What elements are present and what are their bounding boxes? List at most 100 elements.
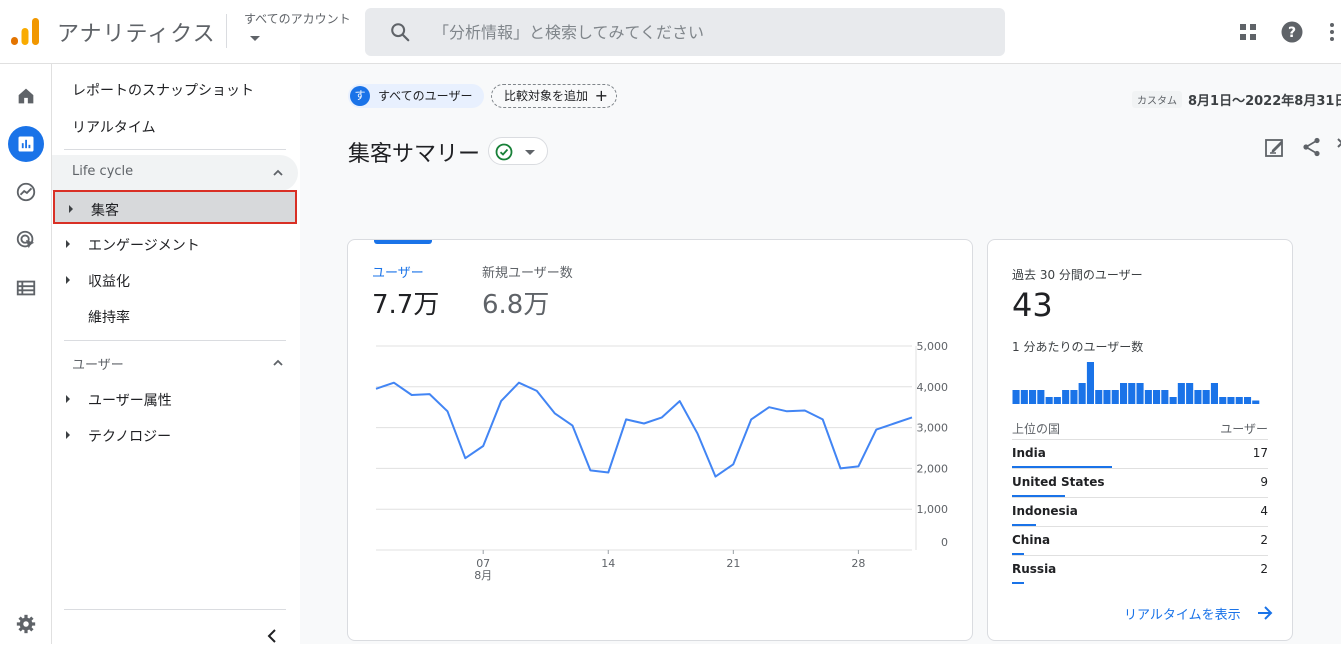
add-comparison-label: 比較対象を追加 xyxy=(504,89,589,103)
metric-tab-new-users[interactable]: 新規ユーザー数 6.8万 xyxy=(482,262,573,321)
share-icon[interactable] xyxy=(1301,136,1323,158)
country-table-header: 上位の国 ユーザー xyxy=(1012,420,1268,437)
edit-report-icon[interactable] xyxy=(1264,136,1286,158)
apps-grid-icon[interactable] xyxy=(1236,20,1260,44)
data-quality-status-button[interactable] xyxy=(488,137,548,165)
section-title: ユーザー xyxy=(72,358,124,373)
users-overview-card: ユーザー 7.7万 新規ユーザー数 6.8万 5,000 4,000 3,000 2,… xyxy=(347,239,973,641)
svg-text:?: ? xyxy=(1288,25,1296,41)
nav-item-retention[interactable]: 維持率 xyxy=(52,299,298,333)
per-minute-bar xyxy=(1219,397,1227,404)
account-selector[interactable]: すべてのアカウント xyxy=(244,10,351,27)
chevron-up-icon xyxy=(273,359,283,366)
country-name: Russia xyxy=(1012,562,1057,576)
per-minute-bar xyxy=(1153,390,1161,404)
metric-tab-users[interactable]: ユーザー 7.7万 xyxy=(372,262,439,321)
per-minute-bar xyxy=(1210,383,1218,404)
rail-explore[interactable] xyxy=(8,174,44,210)
arrow-right-icon[interactable] xyxy=(1256,605,1274,621)
nav-section-user[interactable]: ユーザー xyxy=(52,345,298,381)
nav-realtime[interactable]: リアルタイム xyxy=(72,117,156,137)
top-bar: アナリティクス すべてのアカウント ? xyxy=(0,0,1341,64)
search-bar[interactable] xyxy=(365,8,1005,56)
rail-home[interactable] xyxy=(8,78,44,114)
view-realtime-link[interactable]: リアルタイムを表示 xyxy=(1124,604,1241,623)
account-dropdown-icon[interactable] xyxy=(250,36,260,41)
search-input[interactable] xyxy=(433,8,993,56)
nav-item-monetization[interactable]: 収益化 xyxy=(52,263,298,297)
rail-configure[interactable] xyxy=(8,270,44,306)
per-minute-bar xyxy=(1103,390,1111,404)
rail-admin[interactable] xyxy=(8,606,44,642)
country-name: India xyxy=(1012,446,1046,460)
per-minute-bar xyxy=(1078,383,1086,404)
per-minute-bar xyxy=(1111,390,1119,404)
country-users: 17 xyxy=(1252,446,1268,460)
per-minute-bar xyxy=(1053,397,1061,404)
segment-avatar: す xyxy=(350,86,370,106)
per-minute-bar xyxy=(1194,390,1202,404)
x-tick-label: 14 xyxy=(601,557,615,570)
x-tick-label: 21 xyxy=(726,557,740,570)
per-minute-bar xyxy=(1144,390,1152,404)
nav-item-demographics[interactable]: ユーザー属性 xyxy=(52,382,298,416)
active-metric-indicator xyxy=(374,240,432,244)
help-icon[interactable]: ? xyxy=(1280,20,1304,44)
nav-report-snapshot[interactable]: レポートのスナップショット xyxy=(72,80,254,100)
nav-item-engagement[interactable]: エンゲージメント xyxy=(52,227,298,261)
country-row[interactable]: Indonesia 4 xyxy=(1012,497,1268,526)
bar-chart-icon xyxy=(18,136,34,152)
nav-rail xyxy=(0,64,52,644)
metric-label: ユーザー xyxy=(372,266,424,281)
rail-reports[interactable] xyxy=(8,126,44,162)
country-name: United States xyxy=(1012,475,1105,489)
realtime-user-count: 43 xyxy=(1012,286,1053,324)
country-row[interactable]: India 17 xyxy=(1012,439,1268,468)
collapse-nav-chevron-icon[interactable] xyxy=(262,626,282,646)
country-users: 4 xyxy=(1260,504,1268,518)
nav-item-label: 維持率 xyxy=(88,310,130,326)
gear-icon xyxy=(16,614,36,634)
analytics-logo-icon[interactable] xyxy=(10,17,40,47)
expand-arrow-icon xyxy=(66,431,70,439)
country-users: 2 xyxy=(1260,562,1268,576)
y-tick-label: 2,000 xyxy=(917,462,949,475)
country-name: China xyxy=(1012,533,1051,547)
country-users: 9 xyxy=(1260,475,1268,489)
rail-advertising[interactable] xyxy=(8,222,44,258)
per-minute-bar xyxy=(1120,383,1128,404)
nav-item-label: エンゲージメント xyxy=(88,238,200,254)
list-icon xyxy=(16,280,36,296)
per-minute-bar xyxy=(1062,390,1070,404)
chevron-down-icon xyxy=(525,150,535,155)
nav-item-tech[interactable]: テクノロジー xyxy=(52,418,298,452)
country-row[interactable]: Russia 2 xyxy=(1012,555,1268,584)
nav-item-label: 集客 xyxy=(91,203,119,219)
y-tick-label: 5,000 xyxy=(917,340,949,353)
nav-item-acquisition[interactable]: 集客 xyxy=(53,190,297,224)
x-tick-sublabel: 8月 xyxy=(474,569,492,582)
date-range-selector[interactable]: 8月1日〜2022年8月31日 xyxy=(1188,90,1341,109)
country-users: 2 xyxy=(1260,533,1268,547)
segment-chip-all-users[interactable]: す すべてのユーザー xyxy=(348,84,485,108)
insights-icon[interactable] xyxy=(1335,136,1341,158)
add-comparison-button[interactable]: 比較対象を追加 + xyxy=(491,84,618,108)
nav-divider xyxy=(64,340,286,341)
country-row[interactable]: China 2 xyxy=(1012,526,1268,555)
realtime-card: 過去 30 分間のユーザー 43 1 分あたりのユーザー数 上位の国 ユーザー … xyxy=(987,239,1293,641)
per-minute-bar xyxy=(1070,390,1078,404)
more-vert-icon[interactable] xyxy=(1320,20,1341,44)
realtime-title: 過去 30 分間のユーザー xyxy=(1012,268,1143,282)
per-minute-bar xyxy=(1086,362,1094,404)
per-minute-bar xyxy=(1095,390,1103,404)
per-minute-bar xyxy=(1020,390,1028,404)
y-tick-label: 4,000 xyxy=(917,381,949,394)
expand-arrow-icon xyxy=(66,395,70,403)
nav-section-lifecycle[interactable]: Life cycle xyxy=(52,155,298,191)
page-title: 集客サマリー xyxy=(348,142,481,167)
country-row[interactable]: United States 9 xyxy=(1012,468,1268,497)
per-minute-bar xyxy=(1202,390,1210,404)
main-content: す すべてのユーザー 比較対象を追加 + カスタム 8月1日〜2022年8月31… xyxy=(300,64,1341,644)
per-minute-bar xyxy=(1012,390,1020,404)
users-series-line xyxy=(375,381,913,478)
